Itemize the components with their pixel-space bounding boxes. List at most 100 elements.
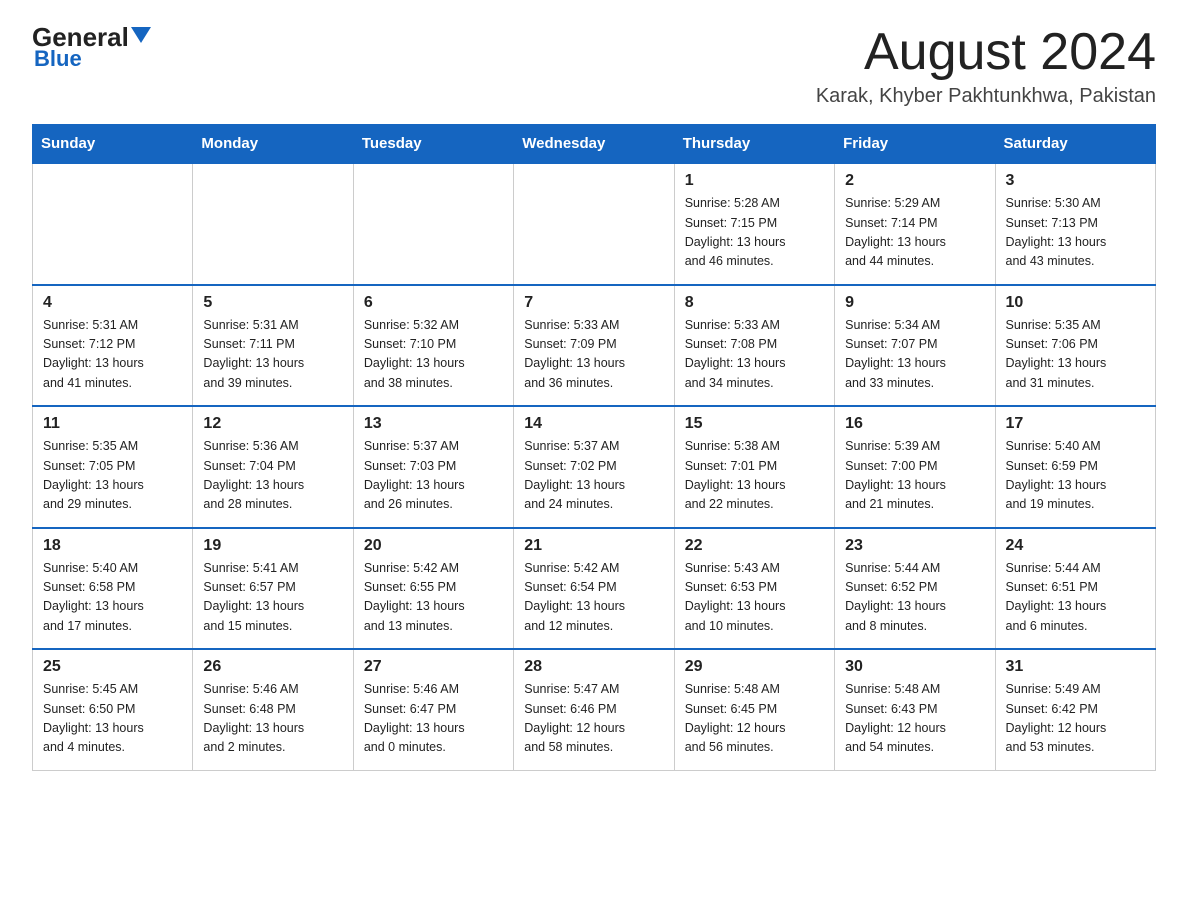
day-number: 10 [1006,294,1145,312]
calendar-cell: 13Sunrise: 5:37 AMSunset: 7:03 PMDayligh… [353,406,513,528]
calendar-cell: 6 Sunrise: 5:32 AMSunset: 7:10 PMDaylight… [353,285,513,407]
day-number: 9 [845,294,984,312]
calendar-cell: 27Sunrise: 5:46 AMSunset: 6:47 PMDayligh… [353,649,513,770]
calendar-cell: 30Sunrise: 5:48 AMSunset: 6:43 PMDayligh… [835,649,995,770]
day-info: Sunrise: 5:33 AMSunset: 7:09 PMDaylight:… [524,316,663,394]
calendar-cell: 9 Sunrise: 5:34 AMSunset: 7:07 PMDaylight… [835,285,995,407]
day-number: 20 [364,537,503,555]
day-number: 8 [685,294,824,312]
day-info: Sunrise: 5:42 AMSunset: 6:54 PMDaylight:… [524,559,663,637]
col-thursday: Thursday [674,125,834,164]
title-block: August 2024 Karak, Khyber Pakhtunkhwa, P… [816,24,1156,108]
day-info: Sunrise: 5:44 AMSunset: 6:51 PMDaylight:… [1006,559,1145,637]
col-wednesday: Wednesday [514,125,674,164]
day-number: 5 [203,294,342,312]
day-number: 26 [203,658,342,676]
calendar-cell: 29 Sunrise: 5:48 AMSunset: 6:45 PMDayligh… [674,649,834,770]
day-info: Sunrise: 5:49 AMSunset: 6:42 PMDaylight:… [1006,680,1145,758]
calendar-header-row: Sunday Monday Tuesday Wednesday Thursday… [33,125,1156,164]
day-number: 18 [43,537,182,555]
calendar-cell: 15Sunrise: 5:38 AMSunset: 7:01 PMDayligh… [674,406,834,528]
calendar-cell: 28 Sunrise: 5:47 AMSunset: 6:46 PMDayligh… [514,649,674,770]
day-info: Sunrise: 5:33 AMSunset: 7:08 PMDaylight:… [685,316,824,394]
day-info: Sunrise: 5:40 AMSunset: 6:58 PMDaylight:… [43,559,182,637]
calendar-cell: 1Sunrise: 5:28 AMSunset: 7:15 PMDaylight… [674,163,834,285]
day-number: 28 [524,658,663,676]
page-title: August 2024 [816,24,1156,81]
day-info: Sunrise: 5:39 AMSunset: 7:00 PMDaylight:… [845,437,984,515]
logo-blue: Blue [32,46,82,72]
calendar-cell: 24 Sunrise: 5:44 AMSunset: 6:51 PMDayligh… [995,528,1155,650]
logo: General Blue [32,24,151,72]
calendar-cell: 17Sunrise: 5:40 AMSunset: 6:59 PMDayligh… [995,406,1155,528]
day-number: 27 [364,658,503,676]
calendar-cell: 31 Sunrise: 5:49 AMSunset: 6:42 PMDayligh… [995,649,1155,770]
day-number: 12 [203,415,342,433]
calendar-cell: 20 Sunrise: 5:42 AMSunset: 6:55 PMDayligh… [353,528,513,650]
calendar-cell: 12 Sunrise: 5:36 AMSunset: 7:04 PMDayligh… [193,406,353,528]
day-info: Sunrise: 5:30 AMSunset: 7:13 PMDaylight:… [1006,194,1145,272]
col-saturday: Saturday [995,125,1155,164]
day-number: 3 [1006,172,1145,190]
calendar-cell: 14 Sunrise: 5:37 AMSunset: 7:02 PMDayligh… [514,406,674,528]
page-subtitle: Karak, Khyber Pakhtunkhwa, Pakistan [816,85,1156,108]
day-number: 21 [524,537,663,555]
calendar-cell: 4Sunrise: 5:31 AMSunset: 7:12 PMDaylight… [33,285,193,407]
col-tuesday: Tuesday [353,125,513,164]
logo-triangle-icon [131,27,151,43]
header: General Blue August 2024 Karak, Khyber P… [32,24,1156,108]
calendar-cell: 11 Sunrise: 5:35 AMSunset: 7:05 PMDayligh… [33,406,193,528]
day-info: Sunrise: 5:31 AMSunset: 7:11 PMDaylight:… [203,316,342,394]
day-info: Sunrise: 5:32 AMSunset: 7:10 PMDaylight:… [364,316,503,394]
calendar-week-row-1: 1Sunrise: 5:28 AMSunset: 7:15 PMDaylight… [33,163,1156,285]
day-number: 11 [43,415,182,433]
day-info: Sunrise: 5:46 AMSunset: 6:48 PMDaylight:… [203,680,342,758]
day-number: 24 [1006,537,1145,555]
day-info: Sunrise: 5:28 AMSunset: 7:15 PMDaylight:… [685,194,824,272]
day-info: Sunrise: 5:47 AMSunset: 6:46 PMDaylight:… [524,680,663,758]
calendar-cell [193,163,353,285]
col-sunday: Sunday [33,125,193,164]
day-info: Sunrise: 5:35 AMSunset: 7:05 PMDaylight:… [43,437,182,515]
day-number: 22 [685,537,824,555]
day-number: 7 [524,294,663,312]
day-info: Sunrise: 5:40 AMSunset: 6:59 PMDaylight:… [1006,437,1145,515]
day-info: Sunrise: 5:36 AMSunset: 7:04 PMDaylight:… [203,437,342,515]
calendar-cell [33,163,193,285]
day-info: Sunrise: 5:37 AMSunset: 7:02 PMDaylight:… [524,437,663,515]
calendar-cell: 26 Sunrise: 5:46 AMSunset: 6:48 PMDayligh… [193,649,353,770]
day-info: Sunrise: 5:37 AMSunset: 7:03 PMDaylight:… [364,437,503,515]
calendar-cell: 5 Sunrise: 5:31 AMSunset: 7:11 PMDaylight… [193,285,353,407]
day-number: 6 [364,294,503,312]
day-number: 31 [1006,658,1145,676]
day-number: 14 [524,415,663,433]
day-number: 2 [845,172,984,190]
day-info: Sunrise: 5:48 AMSunset: 6:45 PMDaylight:… [685,680,824,758]
day-number: 25 [43,658,182,676]
day-info: Sunrise: 5:41 AMSunset: 6:57 PMDaylight:… [203,559,342,637]
day-info: Sunrise: 5:31 AMSunset: 7:12 PMDaylight:… [43,316,182,394]
calendar-cell: 21 Sunrise: 5:42 AMSunset: 6:54 PMDayligh… [514,528,674,650]
calendar-cell: 8 Sunrise: 5:33 AMSunset: 7:08 PMDaylight… [674,285,834,407]
calendar-cell [514,163,674,285]
calendar-cell: 10 Sunrise: 5:35 AMSunset: 7:06 PMDayligh… [995,285,1155,407]
day-info: Sunrise: 5:29 AMSunset: 7:14 PMDaylight:… [845,194,984,272]
col-monday: Monday [193,125,353,164]
calendar-cell: 18 Sunrise: 5:40 AMSunset: 6:58 PMDayligh… [33,528,193,650]
day-info: Sunrise: 5:43 AMSunset: 6:53 PMDaylight:… [685,559,824,637]
calendar-table: Sunday Monday Tuesday Wednesday Thursday… [32,124,1156,771]
day-number: 16 [845,415,984,433]
day-number: 15 [685,415,824,433]
calendar-cell: 25Sunrise: 5:45 AMSunset: 6:50 PMDayligh… [33,649,193,770]
calendar-cell: 22 Sunrise: 5:43 AMSunset: 6:53 PMDayligh… [674,528,834,650]
day-number: 29 [685,658,824,676]
day-info: Sunrise: 5:35 AMSunset: 7:06 PMDaylight:… [1006,316,1145,394]
calendar-cell: 23Sunrise: 5:44 AMSunset: 6:52 PMDayligh… [835,528,995,650]
day-number: 19 [203,537,342,555]
day-info: Sunrise: 5:34 AMSunset: 7:07 PMDaylight:… [845,316,984,394]
col-friday: Friday [835,125,995,164]
calendar-cell: 2 Sunrise: 5:29 AMSunset: 7:14 PMDaylight… [835,163,995,285]
day-info: Sunrise: 5:42 AMSunset: 6:55 PMDaylight:… [364,559,503,637]
calendar-week-row-2: 4Sunrise: 5:31 AMSunset: 7:12 PMDaylight… [33,285,1156,407]
day-number: 30 [845,658,984,676]
